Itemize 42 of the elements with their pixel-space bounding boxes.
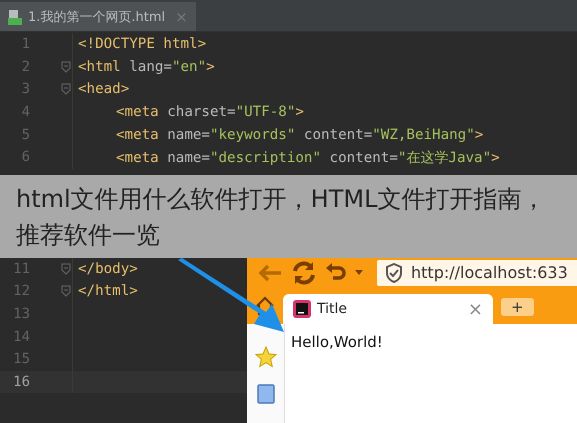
html-file-icon <box>8 8 22 24</box>
browser-tab[interactable]: Title × <box>283 294 493 324</box>
code-text: </html> <box>78 283 138 300</box>
code-text: </body> <box>78 260 138 277</box>
tab-label: 1.我的第一个网页.html <box>28 8 166 26</box>
back-arrow-icon[interactable] <box>257 262 283 282</box>
line-number: 11 <box>12 260 31 277</box>
tablet-icon[interactable] <box>256 384 274 404</box>
code-text: <html lang="en"> <box>78 58 215 75</box>
refresh-icon[interactable] <box>291 260 317 286</box>
line-number: 4 <box>20 104 31 120</box>
fold-marker-icon[interactable] <box>61 83 71 96</box>
shield-icon <box>385 262 403 282</box>
code-text: <head> <box>78 81 130 98</box>
line-number: 3 <box>20 81 31 98</box>
line-number: 5 <box>20 126 31 143</box>
line-number: 15 <box>12 351 31 368</box>
line-number: 2 <box>20 58 31 75</box>
dropdown-caret-icon[interactable] <box>355 270 363 275</box>
close-tab-button[interactable]: × <box>468 298 483 320</box>
line-number: 16 <box>12 374 31 390</box>
code-text: <!DOCTYPE html> <box>78 36 206 52</box>
caption-text: html文件用什么软件打开，HTML文件打开指南，推荐软件一览 <box>16 184 546 251</box>
line-number: 14 <box>12 328 31 345</box>
code-text: <meta charset="UTF-8"> <box>116 104 304 120</box>
address-bar[interactable]: http://localhost:633 <box>377 260 577 286</box>
star-icon[interactable] <box>254 346 276 368</box>
line-number: 12 <box>12 283 31 300</box>
app-logo-icon <box>293 300 311 318</box>
editor-tab[interactable]: 1.我的第一个网页.html × <box>0 2 196 31</box>
code-text: <meta name="description" content="在这学Java"> <box>116 148 500 167</box>
fold-marker-icon[interactable] <box>61 60 71 73</box>
code-text: <meta name="keywords" content="WZ,BeiHang"> <box>116 126 484 143</box>
line-number: 13 <box>12 306 31 322</box>
tab-title: Title <box>317 301 348 317</box>
line-number: 1 <box>20 36 31 52</box>
new-tab-button[interactable]: + <box>501 298 534 316</box>
line-number: 6 <box>20 149 31 166</box>
fold-marker-icon[interactable] <box>61 285 71 298</box>
page-text: Hello,World! <box>291 333 383 351</box>
fold-marker-icon[interactable] <box>61 262 71 275</box>
url-text: http://localhost:633 <box>411 263 568 282</box>
